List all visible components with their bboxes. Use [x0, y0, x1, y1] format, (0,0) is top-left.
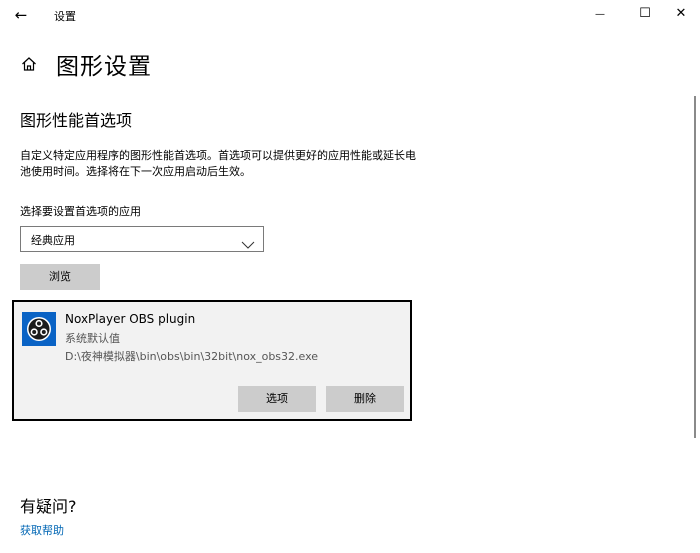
obs-app-icon [22, 312, 56, 346]
page-header: 图形设置 [20, 48, 152, 80]
section-title: 图形性能首选项 [20, 111, 133, 130]
close-button[interactable]: ✕ [659, 0, 700, 30]
help-title: 有疑问? [20, 497, 77, 516]
back-button[interactable]: ← [10, 4, 32, 26]
remove-button[interactable]: 删除 [326, 386, 404, 412]
section-description: 自定义特定应用程序的图形性能首选项。首选项可以提供更好的应用性能或延长电池使用时… [20, 149, 416, 178]
maximize-icon: ☐ [639, 6, 651, 21]
minimize-button[interactable]: — [578, 0, 622, 30]
title-bar: ← 设置 — ☐ ✕ [0, 0, 700, 32]
app-name: NoxPlayer OBS plugin [65, 312, 196, 326]
browse-button[interactable]: 浏览 [20, 264, 100, 290]
minimize-icon: — [595, 9, 605, 20]
app-select-label: 选择要设置首选项的应用 [20, 205, 141, 218]
back-arrow-icon: ← [14, 6, 28, 24]
close-icon: ✕ [675, 6, 687, 21]
vertical-scrollbar[interactable] [694, 96, 696, 438]
window-title: 设置 [54, 10, 76, 23]
home-icon[interactable] [20, 55, 38, 73]
app-entry-card[interactable]: NoxPlayer OBS plugin 系统默认值 D:\夜神模拟器\bin\… [12, 300, 412, 421]
get-help-link[interactable]: 获取帮助 [20, 522, 64, 538]
chevron-down-icon [241, 235, 255, 249]
app-type-selected-value: 经典应用 [31, 234, 75, 247]
app-type-dropdown[interactable]: 经典应用 [20, 226, 264, 252]
page-title: 图形设置 [56, 54, 152, 80]
options-button[interactable]: 选项 [238, 386, 316, 412]
app-path: D:\夜神模拟器\bin\obs\bin\32bit\nox_obs32.exe [65, 350, 319, 363]
app-graphics-preference: 系统默认值 [65, 332, 120, 345]
